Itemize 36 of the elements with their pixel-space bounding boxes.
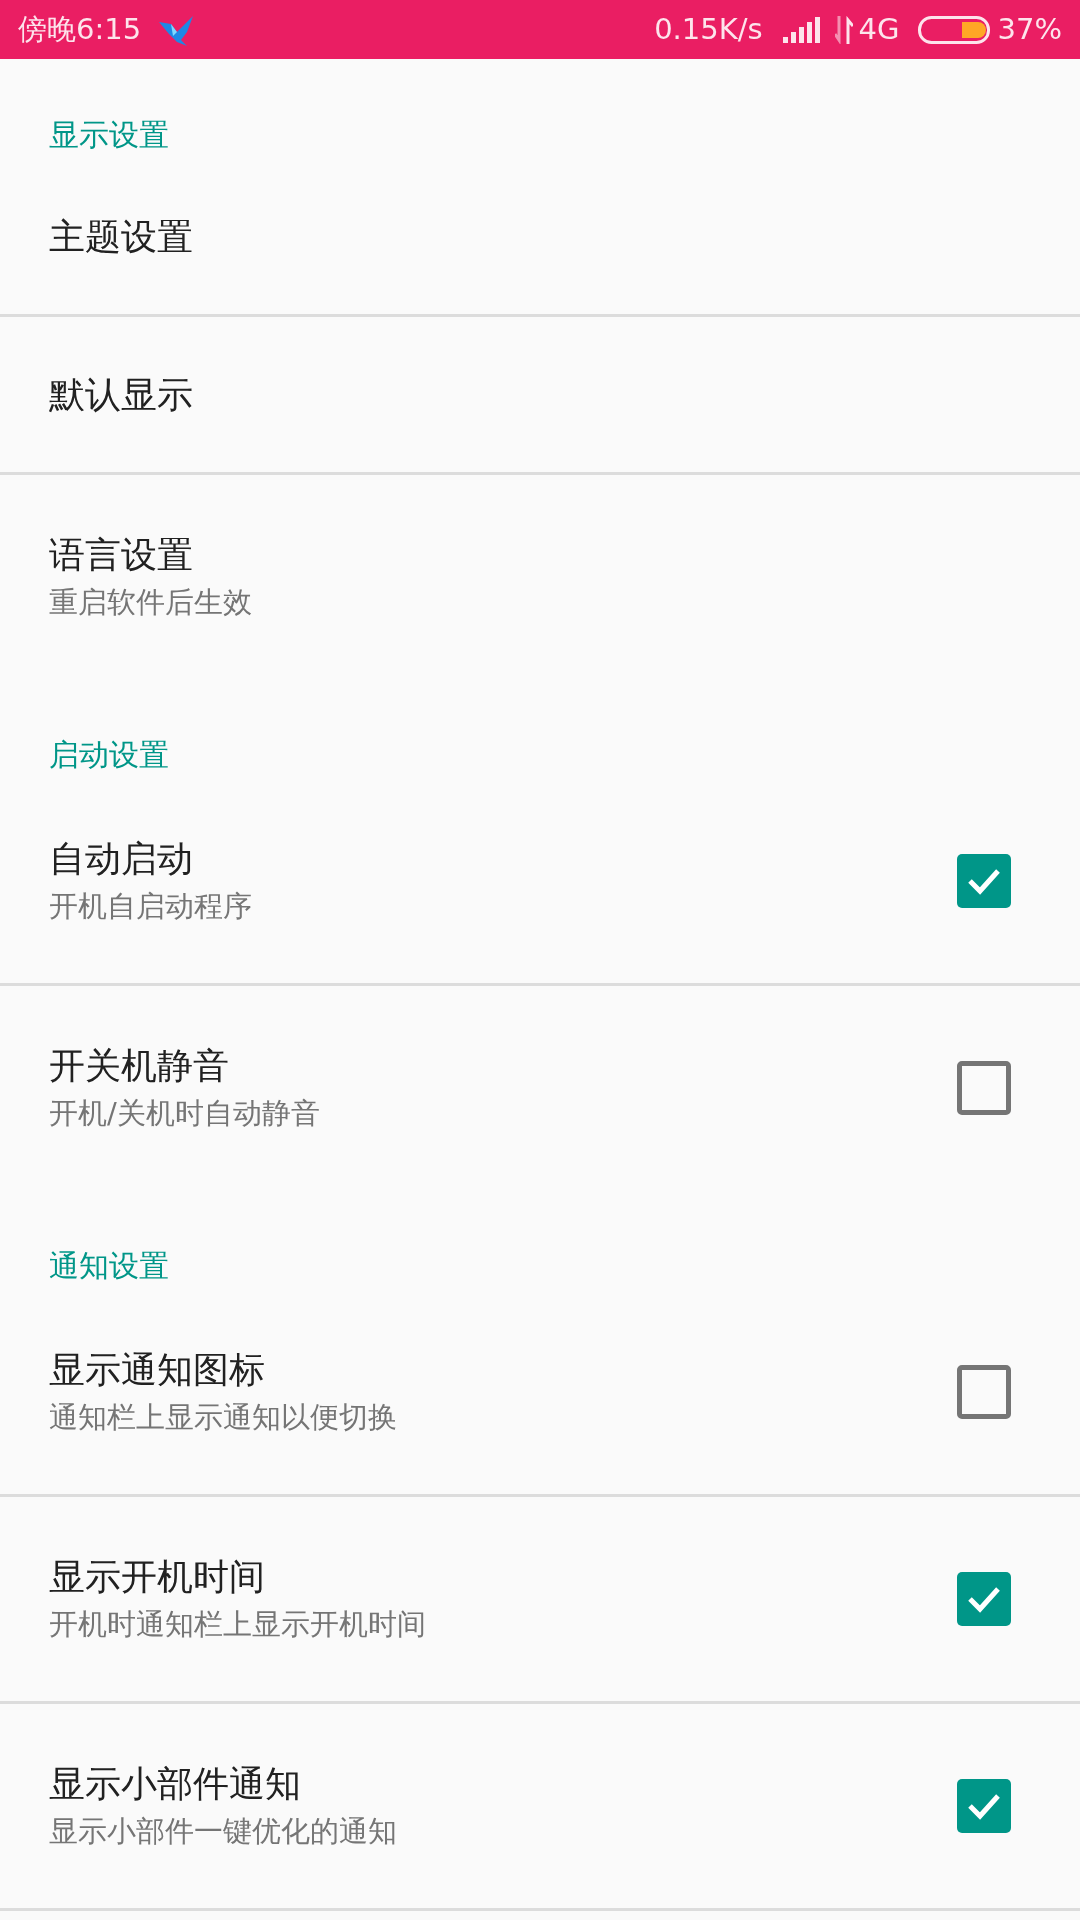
signal-icon [782,16,821,43]
battery-icon [917,15,990,44]
settings-row[interactable]: 默认显示 [0,317,1080,472]
setting-title: 语言设置 [49,533,194,577]
setting-summary: 开机自启动程序 [49,888,253,925]
setting-title: 自动启动 [49,837,194,881]
checkbox[interactable] [957,1061,1011,1115]
clock: 傍晚6:15 [18,10,142,48]
section-header: 通知设置 [49,1248,170,1284]
section-header: 启动设置 [49,737,170,773]
battery-percent: 37% [997,10,1062,48]
settings-row[interactable]: 显示小部件通知 显示小部件一键优化的通知 [0,1704,1080,1908]
setting-title: 开关机静音 [49,1044,230,1088]
checkbox[interactable] [957,1572,1011,1626]
setting-summary: 开机时通知栏上显示开机时间 [49,1606,427,1643]
setting-summary: 开机/关机时自动静音 [49,1095,321,1132]
setting-title: 显示开机时间 [49,1555,266,1599]
setting-summary: 通知栏上显示通知以便切换 [49,1399,398,1436]
settings-row[interactable]: 显示开机时间 开机时通知栏上显示开机时间 [0,1497,1080,1701]
network-type: 4G [858,10,900,48]
setting-title: 主题设置 [49,214,194,259]
settings-row[interactable]: 语言设置 重启软件后生效 [0,475,1080,679]
settings-row[interactable]: 主题设置 [0,159,1080,314]
settings-row[interactable]: 显示通知图标 通知栏上显示通知以便切换 [0,1290,1080,1494]
network-speed: 0.15K/s [654,10,763,48]
checkbox[interactable] [957,1365,1011,1419]
setting-title: 显示小部件通知 [49,1762,302,1806]
section-header: 显示设置 [49,117,170,153]
setting-title: 默认显示 [49,372,194,417]
settings-row[interactable]: 开关机静音 开机/关机时自动静音 [0,986,1080,1190]
settings-row[interactable]: 自动启动 开机自启动程序 [0,779,1080,983]
checkbox[interactable] [957,1779,1011,1833]
setting-title: 显示通知图标 [49,1348,266,1392]
setting-summary: 重启软件后生效 [49,584,253,621]
setting-summary: 显示小部件一键优化的通知 [49,1813,398,1850]
checkbox[interactable] [957,854,1011,908]
